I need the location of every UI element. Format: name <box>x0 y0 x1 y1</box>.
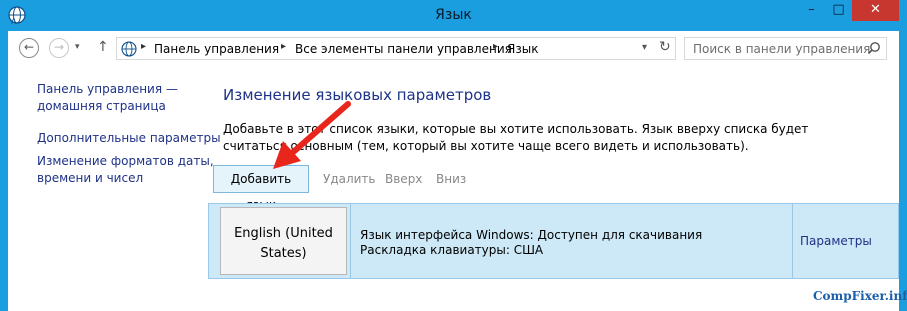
breadcrumb-language[interactable]: Язык <box>507 42 538 56</box>
navigation-bar: ← → ▾ ↑ ▸ Панель управления ▸ Все элемен… <box>8 31 899 67</box>
move-up-button[interactable]: Вверх <box>385 172 422 186</box>
interface-language-status: Язык интерфейса Windows: Доступен для ск… <box>360 228 703 242</box>
control-panel-home-link-line1: Панель управления — <box>37 82 178 96</box>
breadcrumb-separator-icon[interactable]: ▸ <box>493 41 498 52</box>
search-box[interactable]: Поиск в панели управления <box>684 37 887 60</box>
control-panel-home-link-line2: домашняя страница <box>37 99 166 113</box>
breadcrumb-control-panel[interactable]: Панель управления <box>154 42 279 56</box>
control-panel-home-link[interactable]: Панель управления — домашняя страница <box>37 81 178 115</box>
window-border-right <box>899 31 907 311</box>
advanced-settings-link[interactable]: Дополнительные параметры <box>37 130 221 147</box>
close-button[interactable]: ✕ <box>852 0 899 21</box>
language-name-tile[interactable]: English (United States) <box>220 207 347 275</box>
control-panel-location-icon <box>121 41 137 57</box>
maximize-button[interactable]: □ <box>825 0 852 21</box>
breadcrumb-separator-icon[interactable]: ▸ <box>141 41 146 52</box>
change-formats-link-line1: Изменение форматов даты, <box>37 154 214 168</box>
up-arrow-icon[interactable]: ↑ <box>97 39 109 55</box>
title-bar[interactable]: A Язык – □ ✕ <box>0 0 907 31</box>
minimize-button[interactable]: – <box>798 0 825 21</box>
breadcrumb-all-items[interactable]: Все элементы панели управления <box>295 42 512 56</box>
search-icon[interactable] <box>867 41 881 55</box>
recent-locations-chevron-icon[interactable]: ▾ <box>75 42 80 52</box>
language-name-line2: States) <box>260 246 307 261</box>
change-formats-link-line2: времени и чисел <box>37 171 144 185</box>
keyboard-layout-info: Раскладка клавиатуры: США <box>360 243 544 257</box>
window-border-left <box>0 31 8 311</box>
language-name-line1: English (United <box>234 226 333 241</box>
refresh-icon[interactable]: ↻ <box>659 39 671 55</box>
breadcrumb-separator-icon[interactable]: ▸ <box>281 41 286 52</box>
window-title: Язык <box>435 7 472 23</box>
watermark: CompFixer.info <box>813 289 907 303</box>
language-options-link[interactable]: Параметры <box>800 234 872 248</box>
page-description: Добавьте в этот список языки, которые вы… <box>223 122 809 153</box>
address-dropdown-chevron-icon[interactable]: ▾ <box>642 42 647 53</box>
change-formats-link[interactable]: Изменение форматов даты, времени и чисел <box>37 153 214 187</box>
back-arrow-icon[interactable]: ← <box>19 38 39 58</box>
move-down-button[interactable]: Вниз <box>436 172 466 186</box>
remove-button[interactable]: Удалить <box>323 172 376 186</box>
column-divider <box>792 204 793 278</box>
search-input[interactable]: Поиск в панели управления <box>693 42 870 56</box>
add-language-button[interactable]: Добавить язык <box>213 165 309 212</box>
forward-arrow-icon[interactable]: → <box>49 38 69 58</box>
column-divider <box>350 204 351 278</box>
page-title: Изменение языковых параметров <box>223 86 492 104</box>
language-list-item[interactable]: English (United States) Язык интерфейса … <box>208 203 899 279</box>
address-bar[interactable]: ▸ Панель управления ▸ Все элементы панел… <box>116 37 676 60</box>
